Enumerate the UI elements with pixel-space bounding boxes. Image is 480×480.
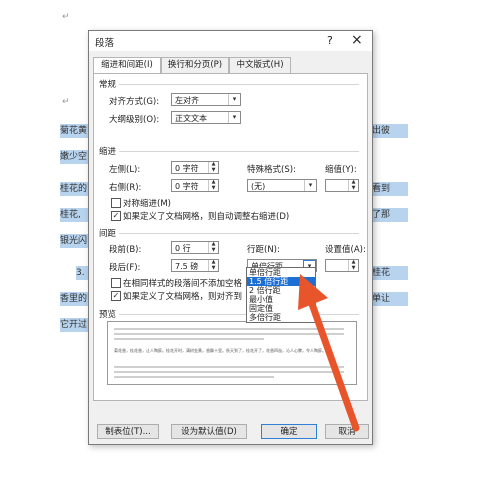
spacing-after-spinner[interactable]: 7.5 磅 ▲ ▼ [171,259,219,272]
section-divider [119,84,359,85]
highlighted-text: 银光闪 [60,234,90,248]
tab-asian-typography[interactable]: 中文版式(H) [229,57,291,73]
paragraph-mark: ↵ [62,12,70,22]
spinner-arrows-icon[interactable]: ▲ ▼ [208,179,218,191]
highlighted-text: 香里的 [60,292,90,306]
spinner-arrows-icon[interactable]: ▲ ▼ [208,241,218,253]
alignment-select[interactable]: 左对齐 ▾ [171,93,241,106]
auto-adjust-right-indent-label: 如果定义了文档网格，则自动调整右缩进(D) [123,212,290,222]
no-space-same-style-label: 在相同样式的段落间不添加空格 [123,279,243,289]
tab-line-page-breaks[interactable]: 换行和分页(P) [161,57,229,73]
preview-line [114,338,264,340]
indent-left-label: 左侧(L): [109,165,141,175]
snap-to-grid-checkbox[interactable]: ✓ [111,291,121,301]
set-as-default-button[interactable]: 设为默认值(D) [171,424,247,439]
snap-to-grid-label: 如果定义了文档网格，则对齐到 [123,292,243,302]
chevron-down-icon: ▾ [228,112,240,123]
spinner-arrows-icon[interactable]: ▲ ▼ [208,259,218,271]
close-button[interactable]: × [351,32,363,48]
outline-level-value: 正文文本 [175,114,207,123]
spacing-after-value: 7.5 磅 [175,262,199,271]
section-general: 常规 [99,80,117,90]
spinner-arrows-icon[interactable]: ▲ ▼ [348,179,358,191]
highlighted-text: 桂花, [60,208,90,222]
indent-by-spinner[interactable]: ▲ ▼ [325,179,359,192]
dialog-title: 段落 [95,38,115,49]
highlighted-text: 菊花黄 [60,124,90,138]
highlighted-text: 单让 [372,292,408,306]
spinner-arrows-icon[interactable]: ▲ ▼ [208,161,218,173]
indent-left-value: 0 字符 [175,164,199,173]
spacing-after-label: 段后(F): [109,263,141,273]
indent-right-label: 右侧(R): [109,183,142,193]
auto-adjust-right-indent-checkbox[interactable]: ✓ [111,211,121,221]
alignment-value: 左对齐 [175,96,199,105]
tabs-button[interactable]: 制表位(T)... [97,424,159,439]
paragraph-mark: ↵ [62,97,70,107]
highlighted-text: 它开过 [60,318,90,332]
outline-level-label: 大纲级别(O): [109,115,160,125]
outline-level-select[interactable]: 正文文本 ▾ [171,111,241,124]
indent-right-spinner[interactable]: 0 字符 ▲ ▼ [171,179,219,192]
spacing-at-label: 设置值(A): [325,245,366,255]
section-indentation: 缩进 [99,147,117,157]
indent-by-label: 缩值(Y): [325,165,357,175]
special-indent-value: (无) [251,182,266,191]
annotation-arrow-icon [298,274,360,432]
highlighted-text: 嫩少空 [60,150,90,164]
highlighted-text: 桂花的 [60,182,90,196]
dialog-titlebar: 段落 ? × [89,31,372,51]
indent-left-spinner[interactable]: 0 字符 ▲ ▼ [171,161,219,174]
highlighted-text: 出彼 [372,124,408,138]
preview-line [114,376,274,378]
help-button[interactable]: ? [327,34,333,47]
line-spacing-label: 行距(N): [247,245,280,255]
special-indent-label: 特殊格式(S): [247,165,296,175]
chevron-down-icon: ▾ [228,94,240,105]
spacing-before-spinner[interactable]: 0 行 ▲ ▼ [171,241,219,254]
indent-right-value: 0 字符 [175,182,199,191]
tab-indents-spacing[interactable]: 缩进和间距(I) [93,57,161,74]
section-divider [119,151,359,152]
spacing-before-value: 0 行 [175,244,191,253]
special-indent-select[interactable]: (无) ▾ [247,179,317,192]
highlighted-text: 桂花 [372,266,408,280]
alignment-label: 对齐方式(G): [109,97,160,107]
highlighted-text: 了那 [372,208,408,222]
highlighted-text: 看到 [372,182,408,196]
section-spacing: 间距 [99,229,117,239]
section-divider [119,233,359,234]
spacing-before-label: 段前(B): [109,245,142,255]
section-preview: 预览 [99,310,117,320]
mirror-indents-checkbox[interactable] [111,198,121,208]
chevron-down-icon: ▾ [304,180,316,191]
mirror-indents-label: 对称缩进(M) [123,199,171,209]
no-space-same-style-checkbox[interactable] [111,278,121,288]
